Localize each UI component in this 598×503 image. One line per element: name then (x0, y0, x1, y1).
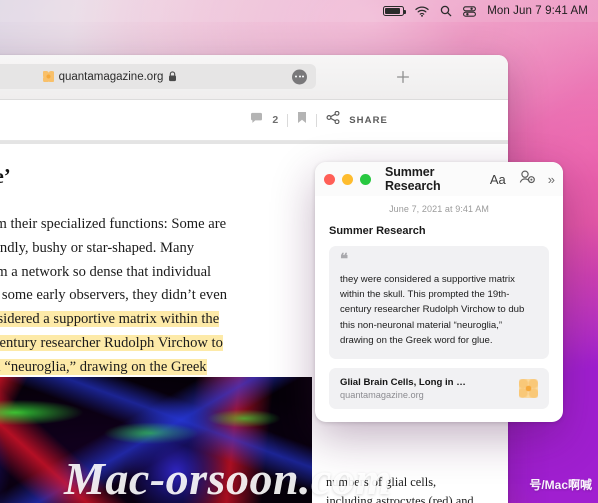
screen: Mon Jun 7 9:41 AM quantamagazine.org 2 S… (0, 0, 598, 503)
link-card-domain: quantamagazine.org (340, 390, 424, 401)
notes-titlebar[interactable]: Summer Research Aa » (315, 162, 563, 196)
note-heading: Summer Research (329, 225, 426, 237)
quanta-favicon-icon (42, 71, 54, 82)
window-controls (324, 173, 371, 185)
lock-icon (168, 71, 177, 82)
collaborate-person-icon[interactable] (519, 169, 535, 189)
divider (316, 113, 318, 127)
notes-body[interactable]: June 7, 2021 at 9:41 AM Summer Research … (315, 204, 563, 410)
notes-window-title: Summer Research (385, 165, 441, 193)
menubar-clock[interactable]: Mon Jun 7 9:41 AM (487, 5, 588, 17)
notes-window: Summer Research Aa » June 7, 2021 at 9:4… (315, 162, 563, 422)
zoom-button[interactable] (360, 173, 371, 185)
share-icon[interactable] (326, 110, 340, 129)
spotlight-search-icon[interactable] (440, 5, 452, 17)
article-paragraph-highlighted: they were considered a supportive matrix… (0, 311, 223, 375)
comment-count: 2 (272, 114, 279, 126)
battery-icon[interactable] (383, 6, 407, 16)
plus-new-tab-icon[interactable] (394, 68, 412, 86)
note-quote-text: they were considered a supportive matrix… (340, 274, 525, 346)
divider (287, 113, 289, 127)
quanta-favicon-icon (519, 379, 538, 399)
format-aa-button[interactable]: Aa (490, 172, 506, 187)
menu-bar: Mon Jun 7 9:41 AM (0, 0, 598, 22)
note-date: June 7, 2021 at 9:41 AM (389, 204, 489, 214)
note-link-card[interactable]: Glial Brain Cells, Long in … quantamagaz… (329, 368, 549, 410)
close-button[interactable] (324, 173, 335, 185)
chevron-double-right-icon[interactable]: » (548, 172, 555, 187)
note-quote-card[interactable]: ❝ they were considered a supportive matr… (329, 246, 549, 360)
wifi-icon[interactable] (415, 5, 429, 17)
article-paragraph-plain: orms to perform their specialized functi… (0, 216, 227, 304)
article-photo (0, 377, 312, 503)
more-ellipsis-icon[interactable] (292, 69, 307, 84)
minimize-button[interactable] (342, 173, 353, 185)
article-engagement-bar: 2 SHARE (0, 100, 508, 141)
notes-toolbar: Aa » (490, 169, 555, 189)
bookmark-icon[interactable] (297, 111, 307, 129)
safari-toolbar: quantamagazine.org (0, 55, 508, 100)
comment-bubble-icon[interactable] (250, 111, 263, 129)
control-center-icon[interactable] (463, 5, 477, 17)
link-card-meta: Glial Brain Cells, Long in … quantamagaz… (340, 377, 511, 400)
address-bar[interactable]: quantamagazine.org (0, 64, 316, 89)
quote-mark-icon: ❝ (340, 252, 348, 268)
link-card-title: Glial Brain Cells, Long in … (340, 377, 466, 389)
address-bar-url: quantamagazine.org (58, 70, 164, 83)
photo-caption: numbers of glial cells, including astroc… (326, 475, 474, 503)
share-label[interactable]: SHARE (349, 115, 388, 126)
